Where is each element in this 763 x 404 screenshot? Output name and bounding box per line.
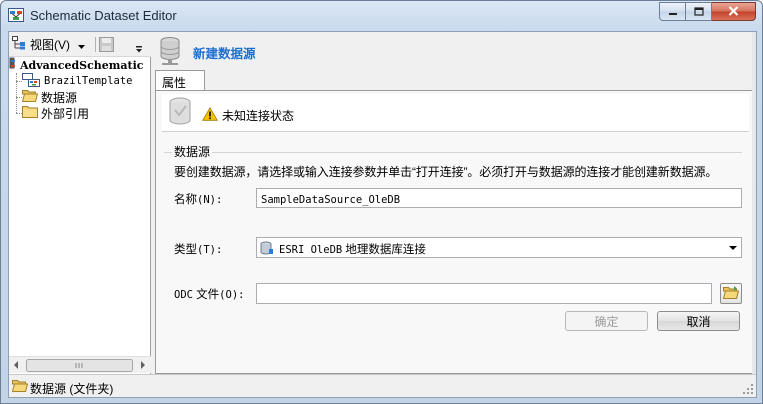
type-select-value: ESRI OleDB 地理数据库连接: [279, 241, 426, 257]
odc-label-text: 文件: [196, 289, 220, 301]
cancel-button[interactable]: 取消: [657, 311, 740, 331]
datasource-group: 数据源 要创建数据源，请选择或输入连接参数并单击“打开连接”。必须打开与数据源的…: [162, 143, 742, 333]
title-bar[interactable]: Schematic Dataset Editor: [1, 1, 762, 31]
type-accel: (T):: [197, 244, 223, 256]
chevron-down-icon[interactable]: [729, 246, 737, 250]
properties-tab-content: 未知连接状态 数据源 要创建数据源，请选择或输入连接参数并单击“打开连接”。必须…: [155, 90, 753, 374]
panel-edge: [752, 32, 756, 374]
instructions-text: 要创建数据源，请选择或输入连接参数并单击“打开连接”。必须打开与数据源的连接才能…: [174, 165, 718, 179]
open-folder-icon: [21, 89, 39, 105]
tree-item-datasources[interactable]: 数据源: [21, 89, 78, 105]
database-icon: [158, 36, 186, 69]
cancel-button-label: 取消: [686, 314, 711, 329]
chevron-down-icon: [78, 38, 85, 52]
view-menu-label: 视图(V): [30, 38, 70, 52]
close-button[interactable]: [712, 2, 756, 21]
name-accel: (N):: [197, 194, 223, 206]
details-panel: 新建数据源 属性 未知连接状态 数据源 要创建数据源，请选择或输入连接参数并单击…: [152, 32, 756, 374]
tree-panel: 视图(V) AdvancedSchematic BrazilTemplate 数…: [9, 32, 151, 374]
connection-status-text: 未知连接状态: [222, 109, 295, 123]
folder-icon: [22, 105, 38, 121]
oledb-database-icon: [260, 241, 274, 258]
close-icon: [728, 5, 739, 19]
toolbar-separator: [95, 37, 96, 52]
caption-buttons: [659, 2, 756, 22]
odc-label-mono: ODC: [174, 289, 193, 301]
scrollbar-thumb[interactable]: [26, 359, 133, 372]
type-label: 类型(T):: [174, 241, 222, 257]
tree-item-label: BrazilTemplate: [44, 75, 133, 87]
maximize-icon: [693, 5, 704, 19]
tab-properties[interactable]: 属性: [155, 70, 205, 91]
tree-toolbar: 视图(V): [9, 32, 151, 57]
resize-grip-icon[interactable]: [742, 383, 754, 395]
client-area: 视图(V) AdvancedSchematic BrazilTemplate 数…: [8, 31, 757, 398]
schematic-app-icon: [8, 7, 24, 23]
name-label-text: 名称: [174, 194, 197, 206]
odc-accel: (O):: [219, 289, 245, 301]
warning-icon: [202, 107, 218, 124]
template-icon: [22, 72, 40, 90]
odc-file-input[interactable]: [256, 283, 712, 304]
tab-label: 属性: [162, 76, 187, 90]
tree-item-external-refs[interactable]: 外部引用: [22, 105, 89, 121]
view-menu-button[interactable]: 视图(V): [12, 36, 85, 53]
scroll-right-icon[interactable]: [141, 361, 145, 369]
status-text: 数据源 (文件夹): [30, 382, 114, 396]
open-folder-icon: [11, 379, 29, 395]
page-title: 新建数据源: [193, 47, 256, 61]
tree-horizontal-scrollbar[interactable]: [9, 356, 151, 373]
ok-button-label: 确定: [594, 314, 619, 329]
group-divider: [164, 152, 742, 153]
tree-item-root[interactable]: AdvancedSchematic: [9, 57, 144, 73]
schematic-dataset-icon: [9, 57, 17, 73]
minimize-button[interactable]: [659, 2, 686, 21]
view-icon: [12, 36, 28, 53]
type-select[interactable]: ESRI OleDB 地理数据库连接: [256, 237, 742, 258]
browse-button[interactable]: [720, 283, 742, 304]
status-bar: 数据源 (文件夹): [9, 374, 756, 397]
ok-button[interactable]: 确定: [565, 311, 648, 331]
type-label-text: 类型: [174, 244, 197, 256]
window-title: Schematic Dataset Editor: [30, 8, 177, 23]
tree-connector: [16, 73, 17, 113]
toolbar-overflow-icon[interactable]: [135, 43, 143, 57]
tree-root-label: AdvancedSchematic: [20, 58, 144, 72]
type-value-text: 地理数据库连接: [345, 244, 426, 256]
scroll-left-icon[interactable]: [14, 361, 18, 369]
disconnected-database-icon: [166, 96, 196, 131]
name-input[interactable]: [256, 188, 742, 208]
open-folder-icon: [722, 285, 740, 302]
tree-item-braziltemplate[interactable]: BrazilTemplate: [22, 72, 133, 90]
odc-label: ODC 文件(O):: [174, 286, 244, 302]
tree-item-label: 数据源: [41, 90, 78, 105]
minimize-icon: [668, 5, 678, 19]
save-icon[interactable]: [99, 37, 114, 55]
name-label: 名称(N):: [174, 191, 222, 207]
maximize-button[interactable]: [686, 2, 712, 21]
tree-item-label: 外部引用: [41, 106, 90, 121]
app-window: Schematic Dataset Editor 视图(V) AdvancedS…: [0, 0, 763, 404]
connection-status-bar: 未知连接状态: [162, 94, 749, 132]
type-value-provider: ESRI OleDB: [279, 244, 343, 256]
group-label: 数据源: [172, 143, 213, 160]
